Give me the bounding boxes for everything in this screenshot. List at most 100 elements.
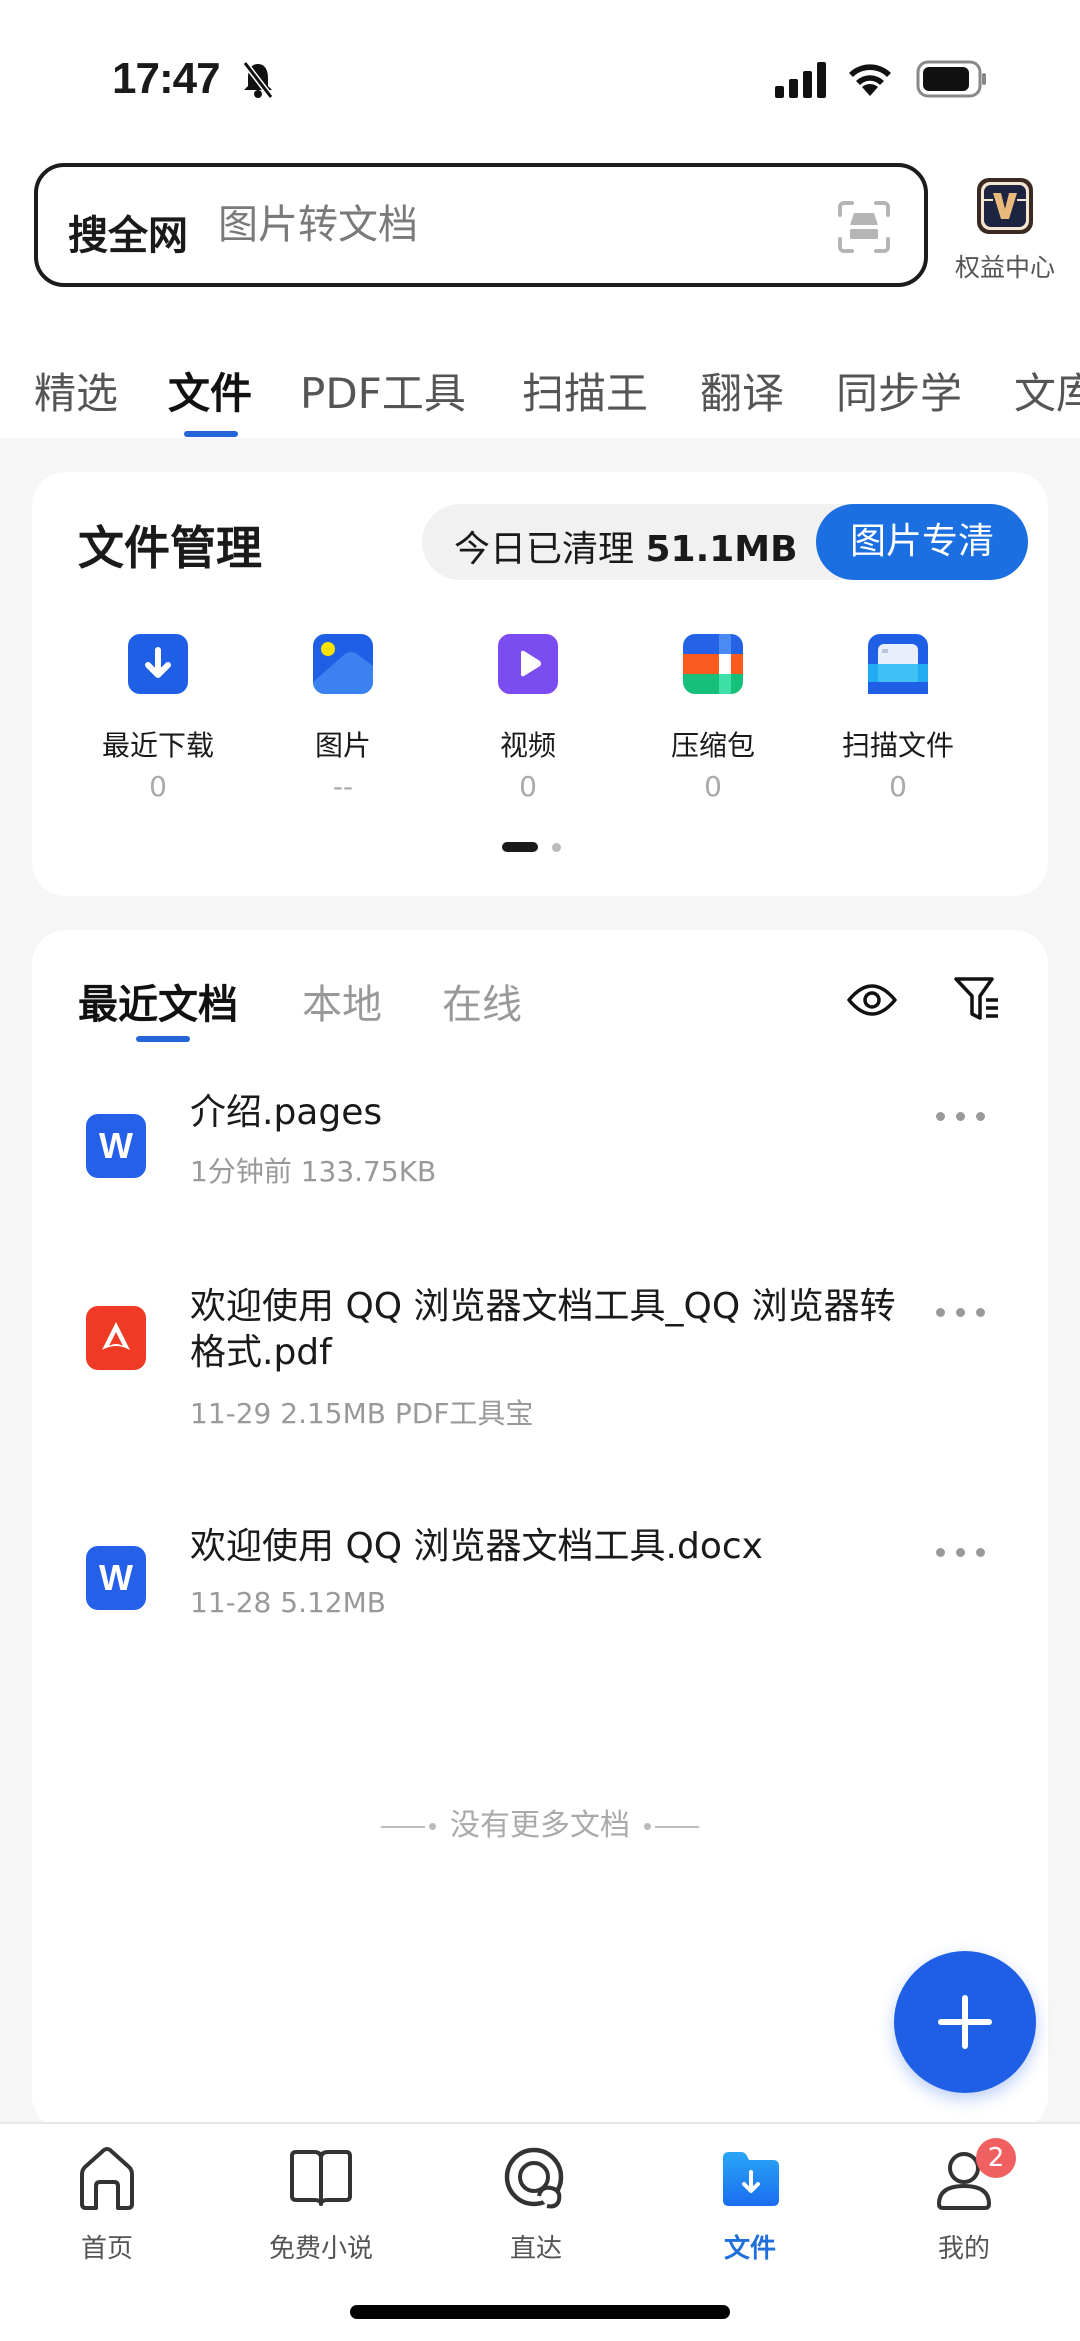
end-of-list-text: 没有更多文档 <box>450 1808 630 1843</box>
divider-line <box>381 1825 426 1828</box>
tab-pdf-tools[interactable]: PDF工具 <box>300 360 466 421</box>
file-category-label: 视频 <box>499 729 556 762</box>
status-time: 17:47 <box>112 54 221 103</box>
tab-sync-learn[interactable]: 同步学 <box>836 360 962 421</box>
filter-icon[interactable] <box>952 974 1002 1024</box>
nav-direct[interactable]: 直达 <box>456 2144 616 2265</box>
home-icon <box>80 2147 134 2210</box>
document-name: 介绍.pages <box>190 1092 383 1133</box>
image-clean-button[interactable]: 图片专清 <box>816 504 1028 580</box>
document-item[interactable]: 欢迎使用 QQ 浏览器文档工具_QQ 浏览器转格式.pdf 11-29 2.15… <box>32 1272 1048 1472</box>
eye-icon[interactable] <box>846 978 898 1022</box>
file-category-archives[interactable]: 压缩包 0 <box>623 632 803 803</box>
file-category-scans[interactable]: 扫描文件 0 <box>808 632 988 803</box>
file-category-count: 0 <box>889 770 907 803</box>
file-management-card: 文件管理 今日已清理 51.1MB 图片专清 最近下载 0 图片 -- 视频 0… <box>32 472 1048 896</box>
battery-icon <box>916 60 986 98</box>
silent-bell-icon <box>242 61 274 99</box>
file-category-count: 0 <box>149 770 167 803</box>
search-input[interactable] <box>218 189 818 261</box>
video-icon <box>498 634 558 694</box>
nav-free-novels[interactable]: 免费小说 <box>241 2144 401 2265</box>
pager-dot <box>552 843 561 852</box>
archive-icon <box>683 634 743 694</box>
qq-browser-icon <box>504 2147 564 2209</box>
document-meta: 11-28 5.12MB <box>190 1586 386 1619</box>
word-file-icon: W <box>86 1546 146 1610</box>
home-indicator <box>350 2305 730 2319</box>
document-item[interactable]: W 欢迎使用 QQ 浏览器文档工具.docx 11-28 5.12MB <box>32 1512 1048 1652</box>
doc-tab-online[interactable]: 在线 <box>442 972 522 1030</box>
file-category-count: -- <box>332 770 354 803</box>
tab-translate[interactable]: 翻译 <box>700 360 784 421</box>
nav-me[interactable]: 2 我的 <box>884 2138 1044 2265</box>
documents-card: 最近文档 本地 在线 W 介绍.pages 1分钟前 133.75KB 欢迎使用… <box>32 930 1048 2130</box>
nav-files[interactable]: 文件 <box>670 2144 830 2265</box>
document-meta: 1分钟前 133.75KB <box>190 1155 437 1188</box>
book-icon <box>290 2150 352 2206</box>
document-item[interactable]: W 介绍.pages 1分钟前 133.75KB <box>32 1080 1048 1220</box>
wifi-icon <box>849 64 891 96</box>
document-name: 欢迎使用 QQ 浏览器文档工具.docx <box>190 1526 763 1567</box>
tab-files[interactable]: 文件 <box>168 360 252 421</box>
file-category-label: 图片 <box>314 729 371 762</box>
file-management-title: 文件管理 <box>78 521 262 575</box>
benefits-center-button[interactable]: 权益中心 <box>940 176 1070 296</box>
add-document-button[interactable] <box>894 1951 1036 2093</box>
doc-tab-recent[interactable]: 最近文档 <box>78 972 238 1030</box>
end-of-list: 没有更多文档 <box>32 1800 1048 1844</box>
file-category-images[interactable]: 图片 -- <box>253 632 433 803</box>
file-category-videos[interactable]: 视频 0 <box>438 632 618 803</box>
pager-dot-active <box>502 842 538 852</box>
file-category-count: 0 <box>704 770 722 803</box>
doc-tab-local[interactable]: 本地 <box>302 972 382 1030</box>
nav-label: 我的 <box>937 2234 990 2264</box>
nav-label: 文件 <box>723 2234 776 2264</box>
cleanup-prefix: 今日已清理 <box>454 529 635 570</box>
tab-active-indicator <box>184 431 238 437</box>
tab-library[interactable]: 文库 <box>1014 360 1080 421</box>
cleanup-text: 今日已清理 51.1MB <box>454 520 798 572</box>
word-file-letter: W <box>99 1557 133 1598</box>
file-category-downloads[interactable]: 最近下载 0 <box>68 632 248 803</box>
cleanup-summary[interactable]: 今日已清理 51.1MB 图片专清 <box>422 504 1028 580</box>
divider-dot <box>643 1823 651 1830</box>
status-bar: 17:47 <box>0 50 1080 110</box>
more-options-icon[interactable] <box>936 1106 996 1126</box>
nav-label: 直达 <box>509 2234 562 2264</box>
files-folder-icon <box>723 2152 779 2206</box>
divider-dot <box>429 1823 437 1830</box>
file-category-list: 最近下载 0 图片 -- 视频 0 压缩包 0 扫描文件 0 <box>32 632 1048 812</box>
cellular-signal-icon <box>775 62 826 98</box>
word-file-icon: W <box>86 1114 146 1178</box>
word-file-letter: W <box>99 1125 133 1166</box>
file-category-label: 压缩包 <box>670 729 755 762</box>
document-name: 欢迎使用 QQ 浏览器文档工具_QQ 浏览器转格式.pdf <box>190 1286 896 1373</box>
search-brand-label: 搜全网 <box>68 213 188 259</box>
file-category-label: 扫描文件 <box>841 729 954 762</box>
more-options-icon[interactable] <box>936 1542 996 1562</box>
notification-badge: 2 <box>976 2138 1016 2178</box>
tab-scanner[interactable]: 扫描王 <box>522 360 648 421</box>
plus-icon <box>938 1995 992 2049</box>
nav-label: 免费小说 <box>268 2234 373 2264</box>
file-category-label: 最近下载 <box>101 729 214 762</box>
scan-file-icon <box>868 634 928 694</box>
category-tabs: 精选 文件 PDF工具 扫描王 翻译 同步学 文库 <box>0 360 1080 438</box>
pdf-file-icon <box>86 1306 146 1370</box>
more-options-icon[interactable] <box>936 1302 996 1322</box>
document-meta: 11-29 2.15MB PDF工具宝 <box>190 1397 534 1430</box>
download-icon <box>128 634 188 694</box>
doc-tab-indicator <box>136 1036 190 1042</box>
file-category-count: 0 <box>519 770 537 803</box>
divider-line <box>654 1825 699 1828</box>
tab-featured[interactable]: 精选 <box>34 360 118 421</box>
nav-label: 首页 <box>80 2234 133 2264</box>
scan-icon[interactable] <box>836 199 892 255</box>
cleanup-value: 51.1MB <box>645 529 798 570</box>
benefits-center-label: 权益中心 <box>954 253 1055 282</box>
nav-home[interactable]: 首页 <box>27 2144 187 2265</box>
vip-icon <box>977 178 1033 234</box>
pdf-logo-glyph <box>102 1322 130 1350</box>
search-bar[interactable]: 搜全网 <box>34 163 928 287</box>
